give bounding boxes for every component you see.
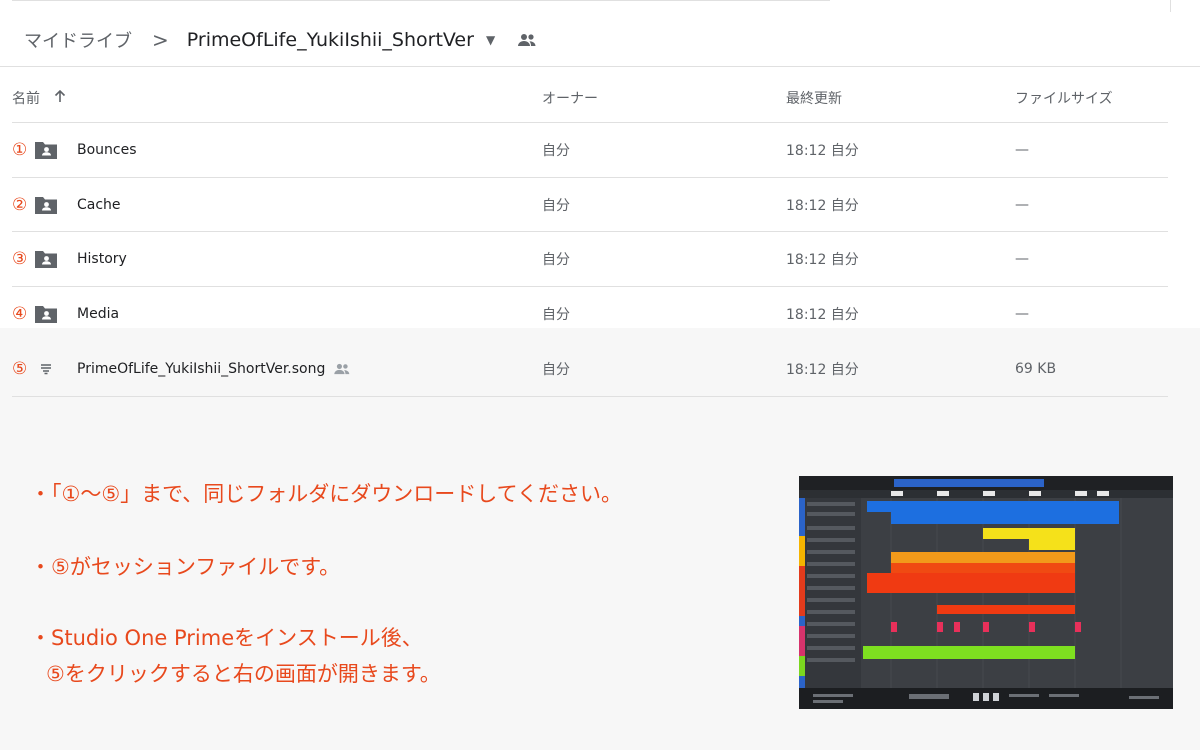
column-header-size[interactable]: ファイルサイズ [1015,86,1113,110]
list-item-cache[interactable]: ② Cache 自分 18:12 自分 — [12,178,1168,232]
owner: 自分 [542,143,570,159]
top-divider-right [1170,0,1171,12]
row-divider [12,396,1168,397]
list-item-bounces[interactable]: ① Bounces 自分 18:12 自分 — [12,123,1168,177]
file-name: Cache [77,197,121,213]
owner: 自分 [542,198,570,214]
instruction-line-4: ⑤をクリックすると右の画面が開きます。 [46,662,441,686]
file-size: — [1015,197,1029,213]
file-name: Bounces [77,142,137,158]
file-size: 69 KB [1015,361,1057,377]
row-number: ② [12,195,28,215]
file-name: PrimeOfLife_YukiIshii_ShortVer.song [77,342,351,396]
owner: 自分 [542,252,570,268]
column-header-modified[interactable]: 最終更新 [786,86,842,110]
column-name-label: 名前 [12,91,40,107]
caret-down-icon[interactable]: ▼ [486,33,495,47]
breadcrumb-separator: > [152,28,169,52]
breadcrumb: マイドライブ > PrimeOfLife_YukiIshii_ShortVer … [24,22,537,58]
last-modified: 18:12 自分 [786,252,859,268]
instruction-line-2: ・⑤がセッションファイルです。 [30,555,341,579]
drive-file-list: マイドライブ > PrimeOfLife_YukiIshii_ShortVer … [0,0,1200,328]
column-header-name[interactable]: 名前 [12,86,66,110]
top-divider [12,0,830,1]
arrow-up-icon[interactable] [54,89,66,107]
list-item-song-file[interactable]: ⑤ PrimeOfLife_YukiIshii_ShortVer.song 自分… [12,342,1168,396]
file-name-text: PrimeOfLife_YukiIshii_ShortVer.song [77,361,326,377]
shared-people-icon[interactable] [517,33,537,47]
last-modified: 18:12 自分 [786,198,859,214]
file-name: History [77,251,127,267]
shared-folder-icon [34,232,58,286]
owner: 自分 [542,362,570,378]
row-number: ③ [12,249,28,269]
instruction-line-1: ・「①〜⑤」まで、同じフォルダにダウンロードしてください。 [30,482,623,506]
list-item-history[interactable]: ③ History 自分 18:12 自分 — [12,232,1168,286]
column-header-owner[interactable]: オーナー [542,86,598,110]
file-size: — [1015,251,1029,267]
last-modified: 18:12 自分 [786,143,859,159]
file-size: — [1015,142,1029,158]
daw-arrange-view [799,476,1173,709]
drive-file-list-extended: ⑤ PrimeOfLife_YukiIshii_ShortVer.song 自分… [0,328,1200,398]
shared-folder-icon [34,123,58,177]
breadcrumb-current-folder[interactable]: PrimeOfLife_YukiIshii_ShortVer [187,29,474,51]
shared-folder-icon [34,178,58,232]
last-modified: 18:12 自分 [786,362,859,378]
header-divider [0,66,1200,67]
breadcrumb-my-drive[interactable]: マイドライブ [24,27,132,53]
row-number: ⑤ [12,359,28,379]
file-icon [39,342,53,396]
studio-one-screenshot [799,476,1173,709]
instruction-line-3: ・Studio One Primeをインストール後、 [30,626,423,650]
row-number: ① [12,140,28,160]
shared-people-icon [333,363,351,375]
